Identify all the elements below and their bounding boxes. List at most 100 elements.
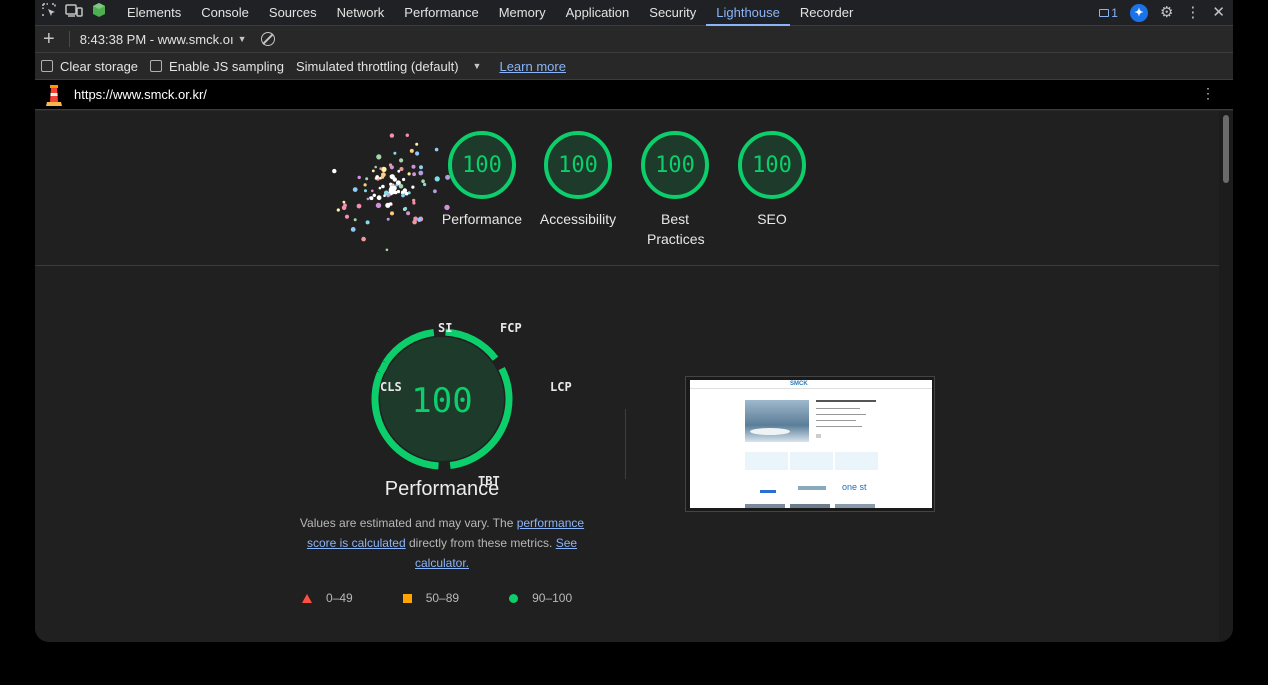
confetti-dot [374, 165, 377, 169]
checkbox-box[interactable] [150, 60, 163, 72]
lighthouse-report: 100 Performance 100 Accessibility 100 Best Pr… [35, 111, 1219, 642]
learn-more-link[interactable]: Learn more [499, 59, 565, 74]
final-screenshot[interactable]: SMCK one st [685, 376, 935, 512]
confetti-dot [379, 167, 383, 170]
screenshot-rule [690, 388, 932, 389]
score-label: SEO [757, 211, 787, 227]
confetti-dot [344, 214, 350, 219]
screenshot-page: SMCK one st [690, 380, 932, 508]
screenshot-footer-img [835, 504, 875, 508]
inspect-element-icon[interactable] [41, 2, 57, 23]
confetti-dot [376, 154, 382, 160]
performance-score: 100 [411, 381, 472, 421]
confetti-dot [407, 172, 411, 176]
performance-section: 100 SI FCP LCP TBT CLS Performance Value… [35, 266, 1219, 642]
performance-gauge: 100 SI FCP LCP TBT CLS [335, 292, 572, 488]
tab-lighthouse[interactable]: Lighthouse [706, 0, 790, 26]
confetti-dot [365, 220, 370, 225]
confetti-dot [405, 133, 409, 137]
confetti-dot [419, 165, 423, 170]
confetti-dot [415, 151, 420, 156]
confetti-dot [371, 169, 375, 173]
report-menu-icon[interactable]: ⋮ [1201, 86, 1215, 100]
checkbox-box[interactable] [41, 60, 53, 72]
tab-console[interactable]: Console [191, 0, 259, 25]
close-devtools-icon[interactable]: ✕ [1212, 5, 1225, 20]
confetti-dot [403, 206, 408, 211]
confetti-dot [412, 172, 416, 177]
confetti-dot [402, 177, 406, 182]
confetti-dot [389, 133, 395, 138]
score-label: Performance [441, 211, 523, 227]
tab-sources[interactable]: Sources [259, 0, 327, 25]
more-options-icon[interactable]: ⋮ [1185, 5, 1200, 20]
score-label: Accessibility [539, 211, 617, 227]
performance-description: Values are estimated and may vary. The p… [299, 516, 585, 570]
tab-security[interactable]: Security [639, 0, 706, 25]
score-value: 100 [544, 131, 612, 199]
lighthouse-options-bar: Clear storage Enable JS sampling Simulat… [35, 53, 1233, 80]
extension-cube-icon[interactable] [91, 2, 107, 23]
confetti-dot [336, 208, 340, 212]
confetti-dot [383, 194, 386, 197]
screenshot-card [835, 452, 878, 470]
device-toolbar-icon[interactable] [65, 2, 83, 23]
confetti-dot [388, 163, 393, 167]
throttling-select[interactable]: Simulated throttling (default) ▼ [296, 59, 482, 74]
report-scrollbar[interactable] [1219, 111, 1233, 642]
confetti-dot [365, 177, 369, 181]
confetti-dot [413, 216, 418, 222]
tab-performance[interactable]: Performance [394, 0, 488, 25]
confetti-dot [371, 189, 374, 193]
screenshot-text-line [816, 414, 866, 415]
confetti-dot [363, 183, 367, 187]
confetti-dot [409, 148, 414, 153]
tab-recorder[interactable]: Recorder [790, 0, 863, 25]
new-report-plus-icon[interactable]: + [43, 29, 55, 49]
confetti-dot [401, 193, 405, 198]
score-value: 100 [448, 131, 516, 199]
settings-gear-icon[interactable]: ⚙ [1160, 5, 1173, 20]
scrollbar-thumb[interactable] [1223, 115, 1229, 183]
confetti-dot [399, 158, 404, 163]
orange-square-icon [402, 593, 412, 603]
confetti-dot [402, 188, 408, 193]
confetti-dot [411, 164, 416, 169]
enable-js-sampling-checkbox[interactable]: Enable JS sampling [150, 59, 284, 74]
score-gauge-performance[interactable]: 100 Performance [432, 131, 532, 229]
tab-memory[interactable]: Memory [489, 0, 556, 25]
lighthouse-report-toolbar: + 8:43:38 PM - www.smck.oı ▼ [35, 26, 1233, 53]
devtools-window: Elements Console Sources Network Performance… [35, 0, 1233, 642]
tab-elements[interactable]: Elements [117, 0, 191, 25]
confetti-dot [381, 166, 387, 173]
confetti-dot [395, 183, 398, 187]
devtools-tabbar: Elements Console Sources Network Performance… [35, 0, 1233, 26]
score-gauge-seo[interactable]: 100 SEO [722, 131, 822, 229]
screenshot-text-line [816, 420, 856, 421]
ai-assistance-icon[interactable]: ✦ [1129, 3, 1148, 22]
confetti-dot [375, 175, 379, 179]
confetti-dot [378, 186, 382, 190]
gauge-metric-arc [377, 361, 390, 375]
confetti-dot [343, 203, 347, 208]
confetti-dot [406, 211, 411, 216]
confetti-dot [386, 217, 390, 221]
confetti-dot [361, 236, 366, 242]
tab-application[interactable]: Application [556, 0, 640, 25]
screenshot-partner-logo [798, 486, 826, 490]
confetti-dot [389, 174, 393, 178]
toolbar-separator [68, 31, 70, 47]
clear-storage-checkbox[interactable]: Clear storage [41, 59, 138, 74]
confetti-dot [369, 196, 374, 201]
confetti-dot [398, 183, 404, 189]
score-gauge-accessibility[interactable]: 100 Accessibility [528, 131, 628, 229]
chevron-down-icon: ▼ [237, 34, 247, 44]
clear-reports-icon[interactable] [260, 32, 275, 46]
report-selector[interactable]: 8:43:38 PM - www.smck.oı ▼ [80, 32, 247, 47]
issues-badge[interactable]: 1 [1099, 6, 1118, 20]
score-gauge-best-practices[interactable]: 100 Best Practices [625, 131, 725, 249]
score-value: 100 [738, 131, 806, 199]
tab-network[interactable]: Network [327, 0, 395, 25]
confetti-dot [332, 168, 337, 174]
confetti-dot [372, 193, 376, 197]
